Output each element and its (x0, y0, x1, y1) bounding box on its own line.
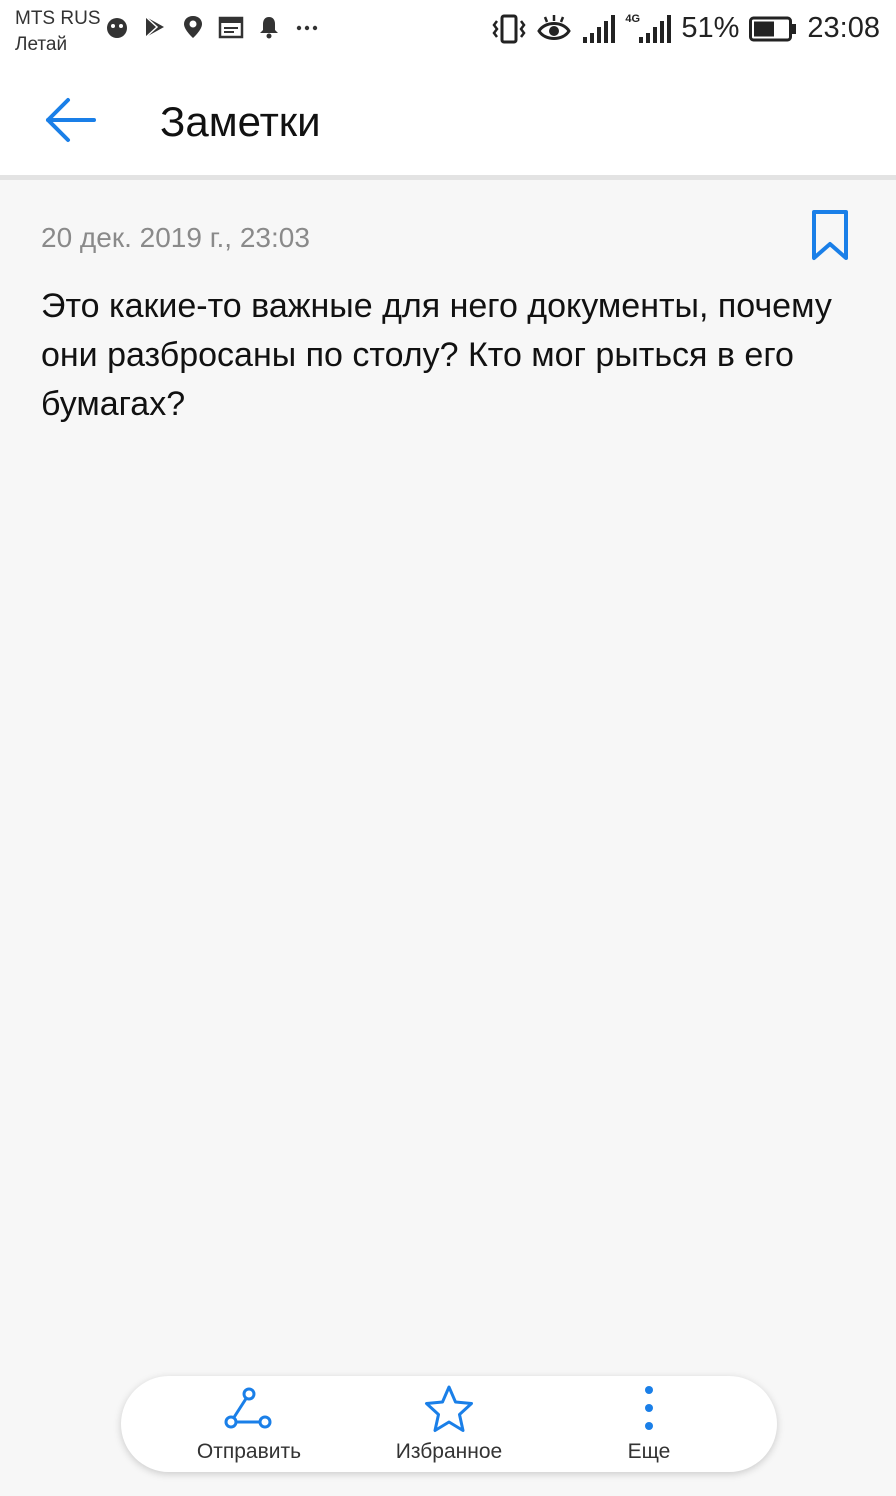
star-icon (425, 1385, 473, 1432)
carrier-info: MTS RUS Летай (15, 6, 101, 58)
signal-icon (583, 14, 616, 43)
vibrate-icon (492, 14, 526, 43)
carrier-slogan: Летай (15, 34, 68, 55)
clock: 23:08 (807, 12, 880, 44)
more-label: Еще (627, 1440, 671, 1463)
notification-bell-icon (260, 17, 278, 39)
battery-percent: 51% (681, 12, 740, 44)
share-button[interactable]: Отправить (174, 1376, 324, 1472)
favorite-button[interactable]: Избранное (374, 1376, 524, 1472)
4g-signal-icon: 4G (625, 13, 672, 45)
arrow-left-icon (46, 98, 96, 142)
more-dots-icon (296, 25, 318, 31)
share-label: Отправить (196, 1440, 302, 1463)
favorite-label: Избранное (395, 1440, 503, 1463)
bottom-toolbar: Отправить Избранное Еще (121, 1376, 777, 1472)
notes-screen: MTS RUS Летай 4G 51% 23:08 Заметки 20 де… (0, 0, 896, 1496)
share-icon (224, 1387, 272, 1429)
calendar-icon (218, 16, 244, 39)
bookmark-icon (812, 210, 848, 260)
note-date: 20 дек. 2019 г., 23:03 (41, 222, 310, 253)
back-button[interactable] (36, 90, 102, 150)
play-store-icon (145, 16, 164, 38)
more-button[interactable]: Еще (574, 1376, 724, 1472)
title-bar: Заметки (0, 64, 896, 176)
status-bar: MTS RUS Летай 4G 51% 23:08 (0, 0, 896, 64)
page-title: Заметки (160, 98, 321, 145)
location-icon (184, 16, 202, 38)
note-text[interactable]: Это какие-то важные для него документы, … (41, 282, 841, 429)
eye-comfort-icon (537, 14, 572, 40)
android-icon (107, 18, 127, 38)
carrier-name: MTS RUS (15, 8, 101, 29)
more-vertical-icon (645, 1386, 653, 1430)
bookmark-button[interactable] (806, 206, 854, 266)
header-divider (0, 175, 896, 180)
system-indicators: 4G 51% 23:08 (491, 12, 880, 45)
battery-icon (749, 16, 797, 41)
notification-icons (104, 14, 320, 40)
